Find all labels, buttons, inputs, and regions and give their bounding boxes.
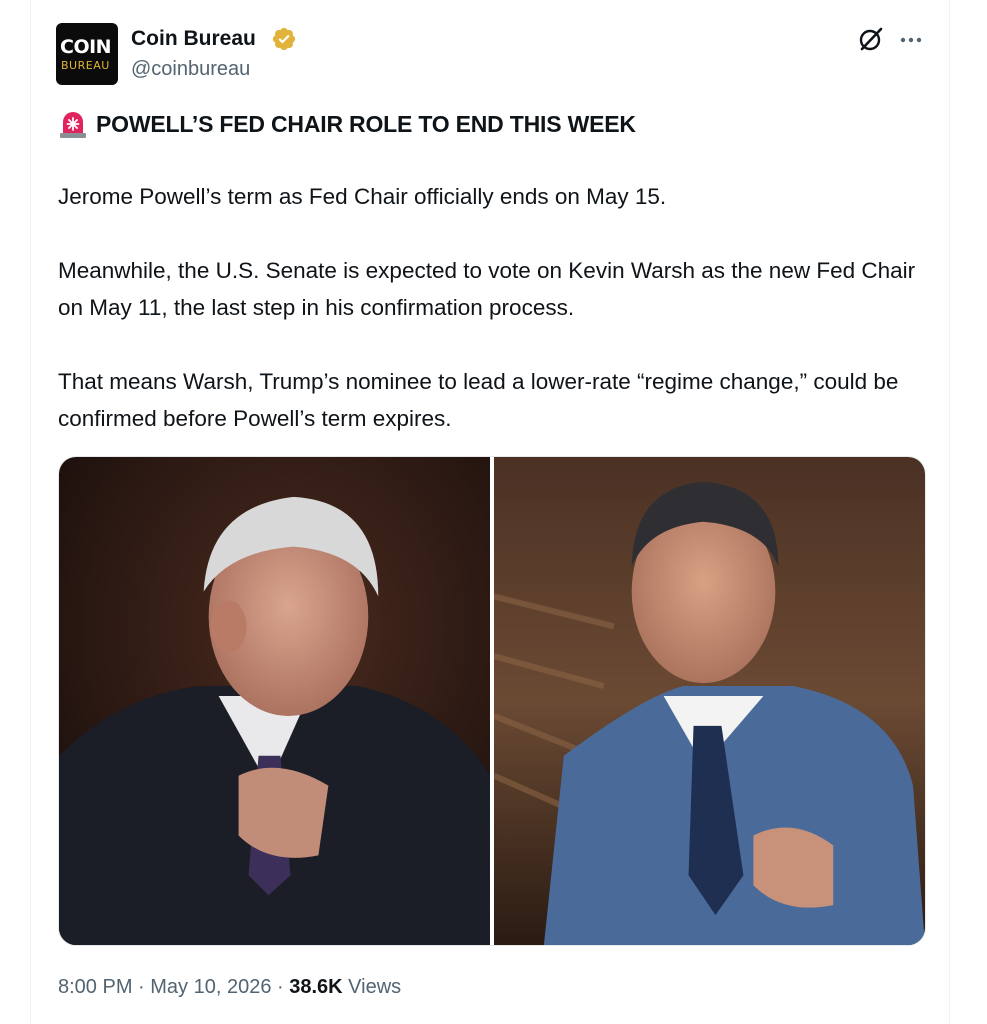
- more-dots-icon[interactable]: [897, 25, 925, 53]
- post-time[interactable]: 8:00 PM: [58, 976, 132, 998]
- author-handle[interactable]: @coinbureau: [131, 57, 250, 81]
- grok-icon[interactable]: [857, 25, 885, 53]
- author-name[interactable]: Coin Bureau: [131, 27, 256, 51]
- verified-badge-icon: [272, 27, 296, 51]
- headline-text: POWELL’S FED CHAIR ROLE TO END THIS WEEK: [96, 110, 636, 137]
- views-label: Views: [342, 976, 402, 998]
- photo-powell[interactable]: [59, 457, 490, 945]
- post-headline: POWELL’S FED CHAIR ROLE TO END THIS WEEK: [58, 108, 636, 140]
- photo-warsh[interactable]: [494, 457, 925, 945]
- meta-separator: ·: [132, 976, 151, 998]
- siren-icon: [60, 112, 86, 138]
- paragraph: Jerome Powell’s term as Fed Chair offici…: [58, 184, 667, 209]
- paragraph: Meanwhile, the U.S. Senate is expected t…: [58, 258, 916, 320]
- avatar-text-top: COIN: [60, 36, 112, 58]
- avatar[interactable]: COIN BUREAU: [56, 23, 118, 85]
- post-date[interactable]: May 10, 2026: [150, 976, 271, 998]
- post-meta: 8:00 PM · May 10, 2026 · 38.6K Views: [58, 972, 401, 1002]
- paragraph: That means Warsh, Trump’s nominee to lea…: [58, 369, 899, 431]
- post-body: Jerome Powell’s term as Fed Chair offici…: [58, 178, 918, 474]
- media-grid: [58, 456, 926, 946]
- views-count: 38.6K: [289, 976, 343, 998]
- meta-separator: ·: [271, 976, 290, 998]
- avatar-text-bottom: BUREAU: [61, 59, 110, 72]
